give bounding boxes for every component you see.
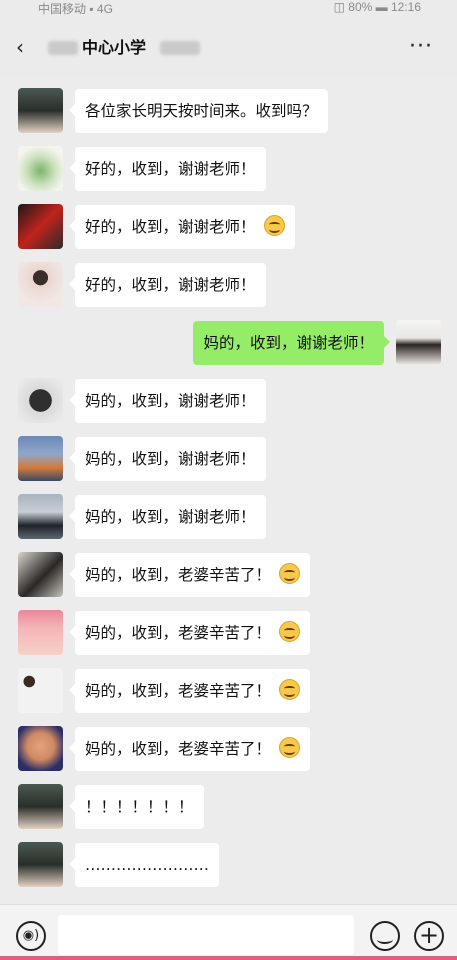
status-right-label: ◫ 80% ▬ 12:16 <box>333 0 421 14</box>
avatar[interactable] <box>18 668 63 713</box>
message-row: …………………… <box>0 842 457 888</box>
emoji-icon[interactable] <box>370 921 400 951</box>
avatar[interactable] <box>18 784 63 829</box>
message-text: 妈的，收到，老婆辛苦了！ <box>85 624 272 642</box>
message-text: 好的，收到，谢谢老师！ <box>85 276 256 294</box>
message-row: 妈的，收到，谢谢老师！ <box>0 378 457 424</box>
message-text: 妈的，收到，老婆辛苦了！ <box>85 566 272 584</box>
smile-emoji-icon <box>279 679 301 700</box>
message-text: 妈的，收到，谢谢老师！ <box>203 334 374 352</box>
avatar[interactable] <box>396 320 441 365</box>
message-text: 好的，收到，谢谢老师！ <box>85 160 256 178</box>
chat-title: 中心小学 <box>82 38 147 57</box>
message-text: 妈的，收到，谢谢老师！ <box>85 392 256 410</box>
avatar[interactable] <box>18 378 63 423</box>
message-row: 妈的，收到，老婆辛苦了！ <box>0 726 457 772</box>
message-row: 好的，收到，谢谢老师！ <box>0 204 457 250</box>
input-bar: ◉) + <box>0 904 457 960</box>
message-row: 妈的，收到，谢谢老师！ <box>0 436 457 482</box>
message-row: 各位家长明天按时间来。收到吗？ <box>0 88 457 134</box>
received-message-bubble[interactable]: 妈的，收到，谢谢老师！ <box>69 379 266 423</box>
avatar[interactable] <box>18 262 63 307</box>
message-input[interactable] <box>58 915 354 955</box>
received-message-bubble[interactable]: 妈的，收到，老婆辛苦了！ <box>68 669 311 713</box>
avatar[interactable] <box>18 494 63 539</box>
avatar[interactable] <box>18 552 63 597</box>
more-icon[interactable]: ··· <box>409 36 433 58</box>
chat-header: ‹ 中心小学 ··· <box>0 18 457 76</box>
message-text: …………………… <box>85 856 209 874</box>
received-message-bubble[interactable]: ！！！！！！！ <box>69 785 204 829</box>
message-text: 妈的，收到，老婆辛苦了！ <box>85 740 272 758</box>
message-row: 妈的，收到，谢谢老师！ <box>0 494 457 540</box>
message-text: 妈的，收到，谢谢老师！ <box>85 508 256 526</box>
plus-icon[interactable]: + <box>414 921 444 951</box>
received-message-bubble[interactable]: 妈的，收到，老婆辛苦了！ <box>68 553 311 597</box>
message-row: 妈的，收到，老婆辛苦了！ <box>0 610 457 656</box>
received-message-bubble[interactable]: 妈的，收到，老婆辛苦了！ <box>68 727 311 771</box>
message-text: 妈的，收到，老婆辛苦了！ <box>85 682 272 700</box>
message-text: 各位家长明天按时间来。收到吗？ <box>85 102 318 120</box>
message-row: 好的，收到，谢谢老师！ <box>0 262 457 308</box>
avatar[interactable] <box>18 88 63 133</box>
avatar[interactable] <box>18 436 63 481</box>
message-row: 好的，收到，谢谢老师！ <box>0 146 457 192</box>
bottom-accent-line <box>0 956 457 960</box>
title-blur-right <box>160 41 200 55</box>
smile-emoji-icon <box>279 621 301 642</box>
received-message-bubble[interactable]: …………………… <box>69 843 219 887</box>
received-message-bubble[interactable]: 妈的，收到，老婆辛苦了！ <box>68 611 311 655</box>
back-arrow-icon[interactable]: ‹ <box>16 36 38 58</box>
status-bar: 中国移动 ▪ 4G ◫ 80% ▬ 12:16 <box>0 0 457 18</box>
received-message-bubble[interactable]: 好的，收到，谢谢老师！ <box>69 147 266 191</box>
received-message-bubble[interactable]: 妈的，收到，谢谢老师！ <box>69 495 266 539</box>
message-row: 妈的，收到，老婆辛苦了！ <box>0 668 457 714</box>
smile-emoji-icon <box>263 215 285 236</box>
received-message-bubble[interactable]: 好的，收到，谢谢老师！ <box>69 263 266 307</box>
avatar[interactable] <box>18 842 63 887</box>
carrier-label: 中国移动 ▪ 4G <box>38 2 113 16</box>
received-message-bubble[interactable]: 妈的，收到，谢谢老师！ <box>69 437 266 481</box>
avatar[interactable] <box>18 610 63 655</box>
received-message-bubble[interactable]: 好的，收到，谢谢老师！ <box>69 205 295 249</box>
avatar[interactable] <box>18 204 63 249</box>
smile-emoji-icon <box>279 737 301 758</box>
title-blur-left <box>48 41 78 55</box>
message-text: 好的，收到，谢谢老师！ <box>85 218 256 236</box>
voice-icon[interactable]: ◉) <box>16 921 46 951</box>
avatar[interactable] <box>18 146 63 191</box>
message-text: 妈的，收到，谢谢老师！ <box>85 450 256 468</box>
message-row: 妈的，收到，谢谢老师！ <box>0 320 457 366</box>
smile-emoji-icon <box>279 563 301 584</box>
received-message-bubble[interactable]: 各位家长明天按时间来。收到吗？ <box>69 89 328 133</box>
sent-message-bubble[interactable]: 妈的，收到，谢谢老师！ <box>193 321 390 365</box>
message-row: ！！！！！！！ <box>0 784 457 830</box>
message-row: 妈的，收到，老婆辛苦了！ <box>0 552 457 598</box>
avatar[interactable] <box>18 726 63 771</box>
message-text: ！！！！！！！ <box>85 798 194 816</box>
